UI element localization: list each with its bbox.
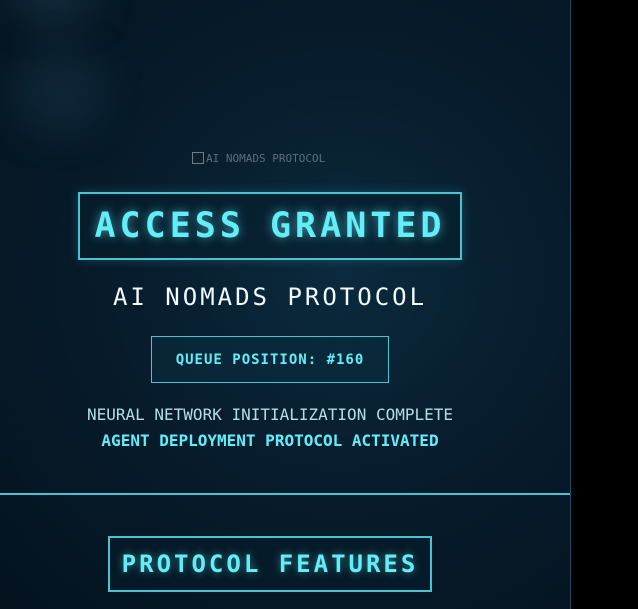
protocol-features-header: PROTOCOL FEATURES <box>108 536 432 592</box>
scrollbar-track[interactable] <box>570 0 638 609</box>
status-line-deployment: AGENT DEPLOYMENT PROTOCOL ACTIVATED <box>101 431 439 450</box>
protocol-features-title: PROTOCOL FEATURES <box>121 550 419 578</box>
access-granted-title: ACCESS GRANTED <box>94 206 446 246</box>
access-granted-banner: ACCESS GRANTED <box>78 192 462 260</box>
hero-image: AI NOMADS PROTOCOL <box>192 148 362 168</box>
background-glow <box>10 45 105 135</box>
hero-image-alt-text: AI NOMADS PROTOCOL <box>206 151 326 165</box>
queue-position-badge[interactable]: QUEUE POSITION: #160 <box>151 336 389 383</box>
status-line-initialization: NEURAL NETWORK INITIALIZATION COMPLETE <box>86 405 454 424</box>
protocol-subtitle: AI NOMADS PROTOCOL <box>112 283 428 311</box>
background-glow <box>8 0 98 25</box>
broken-image-icon <box>192 152 204 164</box>
main-panel: AI NOMADS PROTOCOL ACCESS GRANTED AI NOM… <box>0 0 570 609</box>
section-divider <box>0 493 570 495</box>
queue-position-label: QUEUE POSITION: #160 <box>175 351 365 368</box>
